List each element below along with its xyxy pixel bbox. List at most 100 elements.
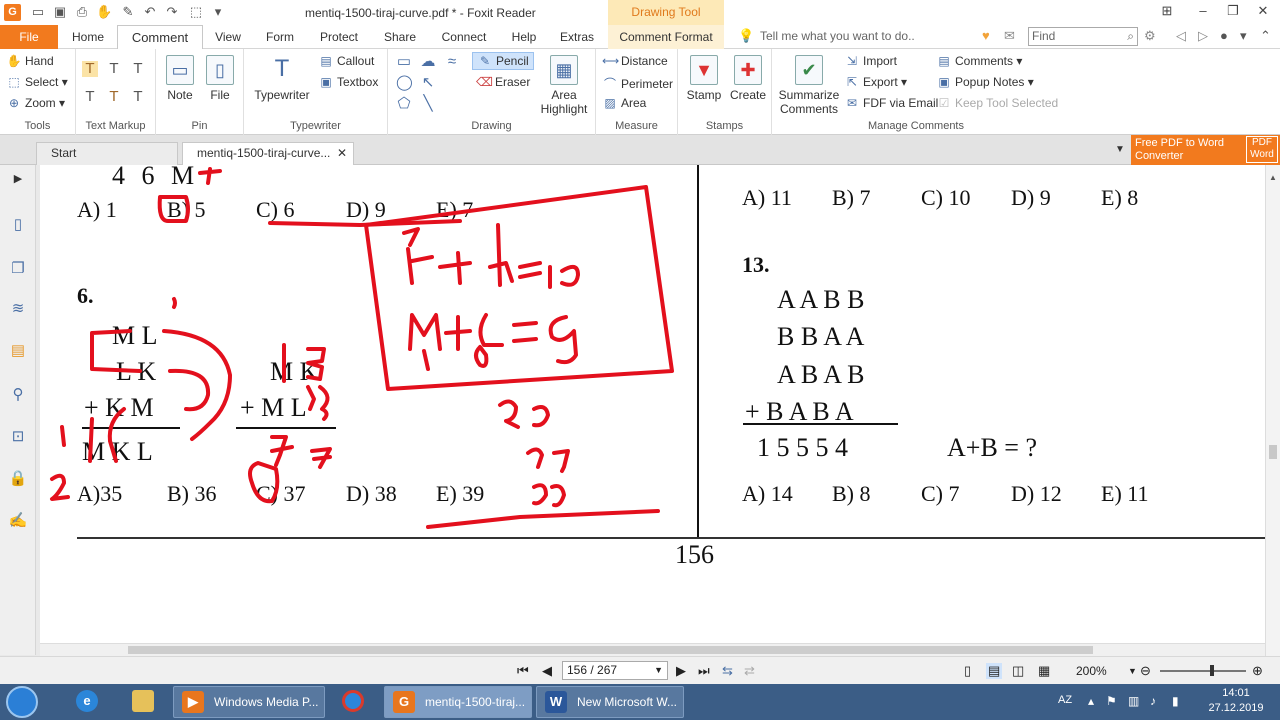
polygon-icon[interactable]: ⬠ [396,96,412,112]
search-icon[interactable]: ⌕ [1127,28,1134,45]
ad-banner[interactable]: Free PDF to Word Converter PDF Word [1131,135,1280,165]
page-number-input[interactable]: 156 / 267 ▼ [562,661,668,680]
tab-protect[interactable]: Protect [312,25,366,49]
print-icon[interactable]: ⎙ [74,4,90,20]
hand-icon[interactable]: ✋ [96,4,112,20]
zoom-level[interactable]: 200% [1076,664,1107,678]
select-tool[interactable]: ⬚ Select ▾ [6,75,67,89]
next-view-icon[interactable]: ⇄ [744,663,755,679]
underline-icon[interactable]: T [130,61,146,77]
close-icon[interactable]: ✕ [1256,3,1270,19]
line-icon[interactable]: ╲ [420,96,436,112]
popup-notes-dropdown[interactable]: ▣ Popup Notes ▾ [936,75,1033,89]
horizontal-scrollbar[interactable] [40,643,1265,656]
area-tool[interactable]: ▨ Area [602,96,646,110]
menu-arrow-icon[interactable]: ▾ [1240,28,1247,44]
continuous-facing-icon[interactable]: ▦ [1038,663,1050,679]
tab-document[interactable]: mentiq-1500-tiraj-curve... ✕ [182,142,354,165]
tab-form[interactable]: Form [256,25,304,49]
new-icon[interactable]: ✎ [120,4,136,20]
customize-icon[interactable]: ▾ [210,4,226,20]
undo-icon[interactable]: ↶ [142,4,158,20]
polyline-icon[interactable]: ≈ [444,54,460,70]
tab-connect[interactable]: Connect [432,25,496,49]
volume-icon[interactable]: ♪ [1150,694,1156,708]
comments-dropdown[interactable]: ▤ Comments ▾ [936,54,1022,68]
system-clock[interactable]: 14:01 27.12.2019 [1196,686,1276,716]
zoom-slider-knob[interactable] [1210,665,1214,676]
file-explorer-icon[interactable] [118,686,168,718]
previous-page-icon[interactable]: ◀ [542,663,552,679]
network-icon[interactable]: ▥ [1128,694,1139,708]
zoom-tool[interactable]: ⊕ Zoom ▾ [6,96,65,110]
close-tab-icon[interactable]: ✕ [337,143,347,164]
zoom-slider[interactable] [1160,670,1246,672]
redo-icon[interactable]: ↷ [164,4,180,20]
flag-icon[interactable]: ⚑ [1106,694,1117,708]
minimize-icon[interactable]: – [1196,3,1210,18]
file-button[interactable]: ▯ File [202,55,238,102]
export-button[interactable]: ⇱ Export ▾ [844,75,907,89]
create-stamp-button[interactable]: ✚ Create [728,55,768,102]
facing-page-icon[interactable]: ◫ [1012,663,1024,679]
tab-comment[interactable]: Comment [117,25,203,50]
previous-view-icon[interactable]: ⇆ [722,663,733,679]
restore-ribbon-icon[interactable]: ⊞ [1160,3,1174,19]
taskbar-foxit-reader[interactable]: Gmentiq-1500-tiraj... [384,686,532,718]
chrome-icon[interactable] [328,686,378,718]
settings-gear-icon[interactable]: ⚙ [1144,28,1156,44]
tab-home[interactable]: Home [62,25,114,49]
note-button[interactable]: ▭ Note [162,55,198,102]
tab-share[interactable]: Share [376,25,424,49]
forward-icon[interactable]: ▷ [1198,28,1208,44]
zoom-out-icon[interactable]: ⊖ [1140,663,1151,679]
stamp-button[interactable]: ▼ Stamp [684,55,724,102]
last-page-icon[interactable]: ⏭ [698,663,710,679]
first-page-icon[interactable]: ⏮ [517,663,529,679]
power-icon[interactable]: ▮ [1172,694,1179,708]
callout-tool[interactable]: ▤ Callout [318,54,374,68]
start-button-icon[interactable] [6,686,38,718]
horizontal-scroll-thumb[interactable] [128,646,1093,654]
highlight-text-icon[interactable]: T [82,61,98,77]
pages-icon[interactable]: ❐ [8,259,28,279]
next-page-icon[interactable]: ▶ [676,663,686,679]
zoom-in-icon[interactable]: ⊕ [1252,663,1263,679]
page-thumbnails-icon[interactable]: ▯ [8,215,28,235]
zoom-dropdown-icon[interactable]: ▼ [1128,666,1137,676]
account-icon[interactable]: ● [1220,28,1228,43]
attachments-icon[interactable]: ⚲ [8,385,28,405]
rectangle-icon[interactable]: ▭ [396,54,412,70]
tab-start[interactable]: Start [36,142,178,165]
chat-icon[interactable]: ✉ [1004,28,1015,44]
pencil-tool[interactable]: ✎ Pencil [472,52,534,70]
arrow-icon[interactable]: ↖ [420,75,436,91]
pdf-page[interactable]: 4 6 M A) 1 B) 5 C) 6 D) 9 E) 7 6. M L L … [40,165,1265,643]
single-page-icon[interactable]: ▯ [964,663,971,679]
typewriter-button[interactable]: T Typewriter [252,55,312,102]
collapse-ribbon-icon[interactable]: ⌃ [1260,28,1271,44]
vertical-scrollbar[interactable]: ▲ [1265,165,1280,656]
tab-list-arrow-icon[interactable]: ▼ [1115,144,1125,155]
distance-tool[interactable]: ⟷ Distance [602,54,668,68]
fdf-email-button[interactable]: ✉ FDF via Email [844,96,938,110]
tab-extras[interactable]: Extras [552,25,602,49]
tell-me-search[interactable]: Tell me what you want to do.. [760,29,915,43]
vertical-scroll-thumb[interactable] [1269,445,1277,459]
tab-comment-format[interactable]: Comment Format [608,25,724,49]
summarize-comments-button[interactable]: ✔ Summarize Comments [778,55,840,116]
continuous-page-icon[interactable]: ▤ [986,663,1003,679]
tray-arrow-icon[interactable]: ▴ [1088,694,1094,708]
back-icon[interactable]: ◁ [1176,28,1186,44]
comments-panel-icon[interactable]: ▤ [8,341,28,361]
taskbar-word[interactable]: W New Microsoft W... [536,686,684,718]
squiggly-icon[interactable]: T [82,89,98,105]
select-tool-icon[interactable]: ⬚ [188,4,204,20]
perimeter-tool[interactable]: ⌒ Perimeter [602,75,673,92]
heart-icon[interactable]: ♥ [982,28,990,43]
internet-explorer-icon[interactable]: e [62,686,112,718]
language-indicator[interactable]: AZ [1058,694,1072,706]
file-tab[interactable]: File [0,25,58,49]
find-input[interactable]: Find ⌕ [1028,27,1138,46]
fill-sign-icon[interactable]: ✍ [8,511,28,531]
